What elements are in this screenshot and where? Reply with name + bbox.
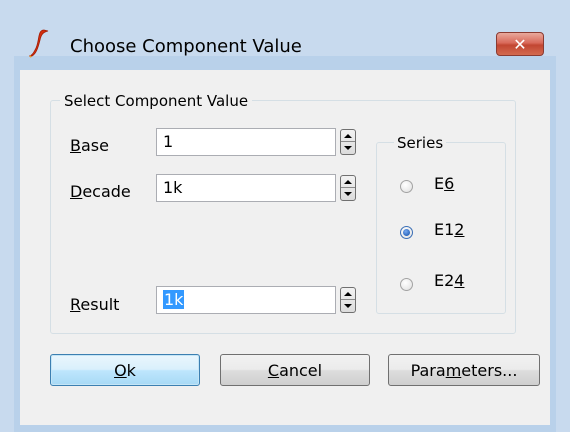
base-input[interactable]: 1	[156, 128, 336, 156]
ok-button[interactable]: Ok	[50, 354, 200, 386]
window-frame-left	[0, 0, 14, 432]
cancel-button[interactable]: Cancel	[220, 354, 370, 386]
decade-spinner[interactable]	[340, 175, 356, 201]
radio-e12-label[interactable]: E12	[434, 220, 464, 239]
dialog-window: Choose Component Value ✕ Select Componen…	[0, 0, 570, 432]
result-label: Result	[70, 295, 120, 314]
radio-e24[interactable]	[400, 278, 413, 291]
radio-e6-label[interactable]: E6	[434, 174, 454, 193]
series-legend: Series	[394, 134, 447, 152]
result-selected-text: 1k	[163, 290, 185, 309]
dialog-client-area: Select Component Value Base 1 Decade 1k …	[20, 70, 550, 425]
close-icon: ✕	[513, 34, 527, 54]
close-button[interactable]: ✕	[496, 32, 544, 56]
base-label: Base	[70, 136, 109, 155]
radio-e24-label[interactable]: E24	[434, 271, 464, 290]
spin-down-icon[interactable]	[341, 142, 355, 154]
window-frame-right	[556, 0, 570, 432]
spin-up-icon[interactable]	[341, 176, 355, 188]
spin-up-icon[interactable]	[341, 130, 355, 142]
result-input[interactable]: 1k	[156, 286, 336, 314]
decade-label: Decade	[70, 182, 131, 201]
spin-down-icon[interactable]	[341, 300, 355, 312]
simetrix-logo-icon	[28, 29, 49, 58]
radio-e12[interactable]	[400, 226, 413, 239]
result-spinner[interactable]	[340, 287, 356, 313]
select-value-legend: Select Component Value	[60, 92, 253, 110]
base-spinner[interactable]	[340, 129, 356, 155]
decade-input[interactable]: 1k	[156, 174, 336, 202]
spin-down-icon[interactable]	[341, 188, 355, 200]
spin-up-icon[interactable]	[341, 288, 355, 300]
parameters-button[interactable]: Para m eters...	[388, 354, 540, 386]
window-title: Choose Component Value	[70, 36, 302, 57]
radio-e6[interactable]	[400, 180, 413, 193]
